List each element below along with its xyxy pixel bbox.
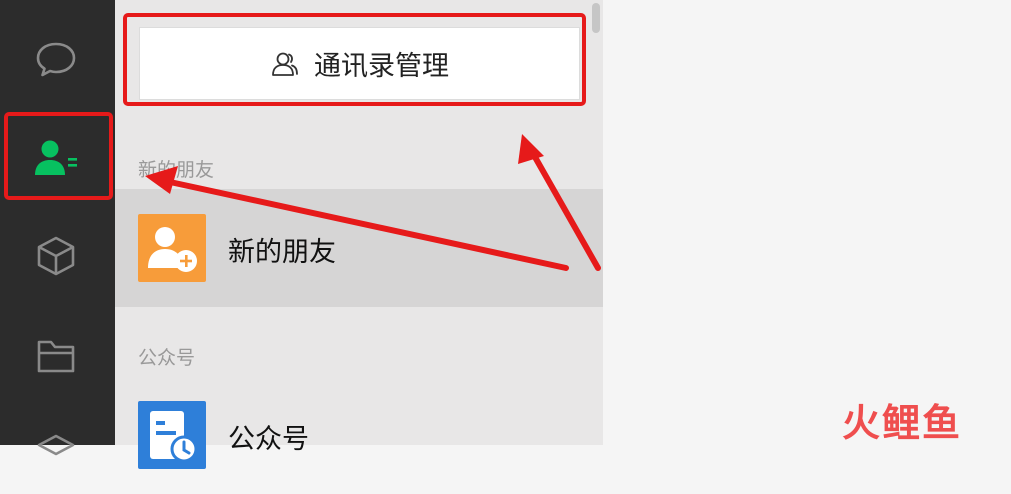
scrollbar-thumb[interactable] <box>592 3 600 33</box>
sidebar-item-files[interactable] <box>26 326 86 386</box>
chat-bubble-icon <box>36 42 76 77</box>
section-label-new-friends: 新的朋友 <box>138 159 215 181</box>
contacts-scrollbar[interactable] <box>590 0 602 445</box>
list-item-label: 新的朋友 <box>228 237 336 268</box>
sidebar-item-favorites[interactable] <box>26 226 86 286</box>
list-item-new-friends[interactable]: 新的朋友 <box>115 189 603 307</box>
annotation-box-contacts <box>4 112 113 200</box>
official-account-icon <box>138 401 206 469</box>
detail-area <box>603 0 1011 445</box>
add-friend-icon <box>138 214 206 282</box>
section-label-official-accounts: 公众号 <box>138 347 196 369</box>
cube-partial-icon <box>37 434 75 456</box>
cube-icon <box>37 236 75 276</box>
list-item-label: 公众号 <box>228 424 309 455</box>
sidebar-item-more[interactable] <box>26 415 86 475</box>
sidebar <box>0 0 115 456</box>
folder-icon <box>37 340 75 373</box>
sidebar-item-chat[interactable] <box>26 30 86 90</box>
list-item-official-accounts[interactable]: 公众号 <box>115 376 603 494</box>
annotation-box-manage <box>123 13 586 106</box>
watermark: 火鲤鱼 <box>842 401 963 445</box>
